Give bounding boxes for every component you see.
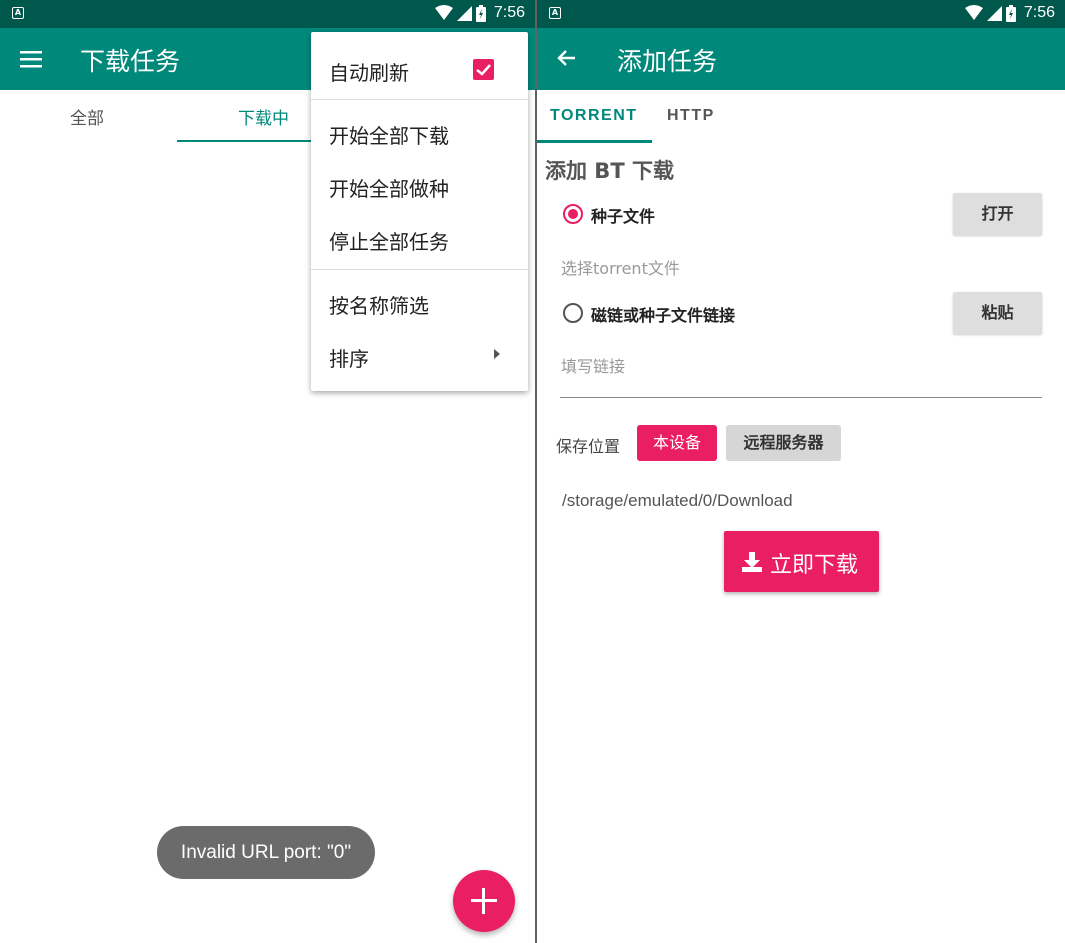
menu-item-filter-by-name[interactable]: 按名称筛选: [311, 277, 528, 329]
submenu-arrow-icon: [494, 349, 500, 359]
status-time: 7:56: [1023, 4, 1055, 21]
local-device-chip[interactable]: 本设备: [637, 425, 717, 461]
right-screen: A 7:56 添加任务 TORRENT HTTP 添加 BT 下载 种子文件 打…: [537, 0, 1065, 943]
menu-item-label: 排序: [329, 347, 369, 371]
left-screen: A 7:56 下载任务 全部 下载中 自动刷新 开始全部下载 开始全部做种 停止…: [0, 0, 535, 943]
tab-torrent[interactable]: TORRENT: [550, 107, 638, 125]
menu-item-label: 自动刷新: [329, 61, 409, 85]
menu-item-start-all-seeding[interactable]: 开始全部做种: [311, 160, 528, 212]
status-bar: A 7:56: [537, 0, 1065, 28]
torrent-file-radio[interactable]: [563, 204, 583, 224]
torrent-file-label: 种子文件: [591, 207, 656, 226]
save-location-label: 保存位置: [556, 437, 621, 456]
magnet-link-input[interactable]: 填写链接: [561, 353, 1043, 393]
tab-indicator: [537, 140, 652, 143]
add-task-fab-button[interactable]: [453, 870, 515, 932]
signal-icon: [986, 5, 1002, 21]
menu-item-stop-all[interactable]: 停止全部任务: [311, 213, 528, 265]
menu-item-sort[interactable]: 排序: [311, 330, 528, 382]
tab-all[interactable]: 全部: [70, 104, 104, 129]
overflow-menu: 自动刷新 开始全部下载 开始全部做种 停止全部任务 按名称筛选 排序: [311, 32, 528, 391]
tab-http[interactable]: HTTP: [667, 107, 715, 125]
auto-refresh-checkbox[interactable]: [473, 59, 494, 80]
notification-a-icon: A: [549, 7, 561, 19]
page-title: 添加任务: [617, 47, 718, 76]
open-file-button[interactable]: 打开: [953, 193, 1042, 235]
page-title: 下载任务: [80, 47, 181, 76]
menu-divider: [311, 269, 528, 270]
battery-icon: [475, 4, 486, 22]
menu-item-auto-refresh[interactable]: 自动刷新: [311, 44, 528, 96]
magnet-link-radio[interactable]: [563, 303, 583, 323]
download-now-label: 立即下载: [770, 553, 859, 578]
battery-icon: [1005, 4, 1016, 22]
menu-item-label: 开始全部下载: [329, 124, 449, 148]
menu-hamburger-icon[interactable]: [18, 45, 46, 73]
menu-item-label: 停止全部任务: [329, 230, 449, 254]
tab-downloading[interactable]: 下载中: [238, 104, 289, 129]
input-underline: [560, 397, 1042, 398]
tab-bar: TORRENT HTTP: [537, 90, 1065, 142]
section-title: 添加 BT 下载: [545, 159, 674, 183]
app-bar: 添加任务: [537, 28, 1065, 90]
download-icon: [742, 552, 762, 572]
menu-divider: [311, 99, 528, 100]
check-icon: [476, 64, 491, 76]
remote-server-chip[interactable]: 远程服务器: [726, 425, 841, 461]
back-arrow-icon[interactable]: [553, 45, 581, 73]
magnet-link-label: 磁链或种子文件链接: [591, 306, 736, 325]
download-now-button[interactable]: 立即下载: [724, 531, 879, 592]
menu-item-start-all-download[interactable]: 开始全部下载: [311, 107, 528, 159]
menu-item-label: 按名称筛选: [329, 294, 429, 318]
torrent-file-hint: 选择torrent文件: [561, 259, 680, 278]
wifi-icon: [964, 5, 983, 20]
menu-item-label: 开始全部做种: [329, 177, 449, 201]
wifi-icon: [434, 5, 453, 20]
status-time: 7:56: [493, 4, 525, 21]
signal-icon: [456, 5, 472, 21]
tab-indicator: [177, 140, 312, 142]
toast-message: Invalid URL port: "0": [157, 826, 375, 879]
paste-button[interactable]: 粘贴: [953, 292, 1042, 334]
save-path: /storage/emulated/0/Download: [562, 491, 793, 510]
notification-a-icon: A: [12, 7, 24, 19]
status-bar: A 7:56: [0, 0, 535, 28]
